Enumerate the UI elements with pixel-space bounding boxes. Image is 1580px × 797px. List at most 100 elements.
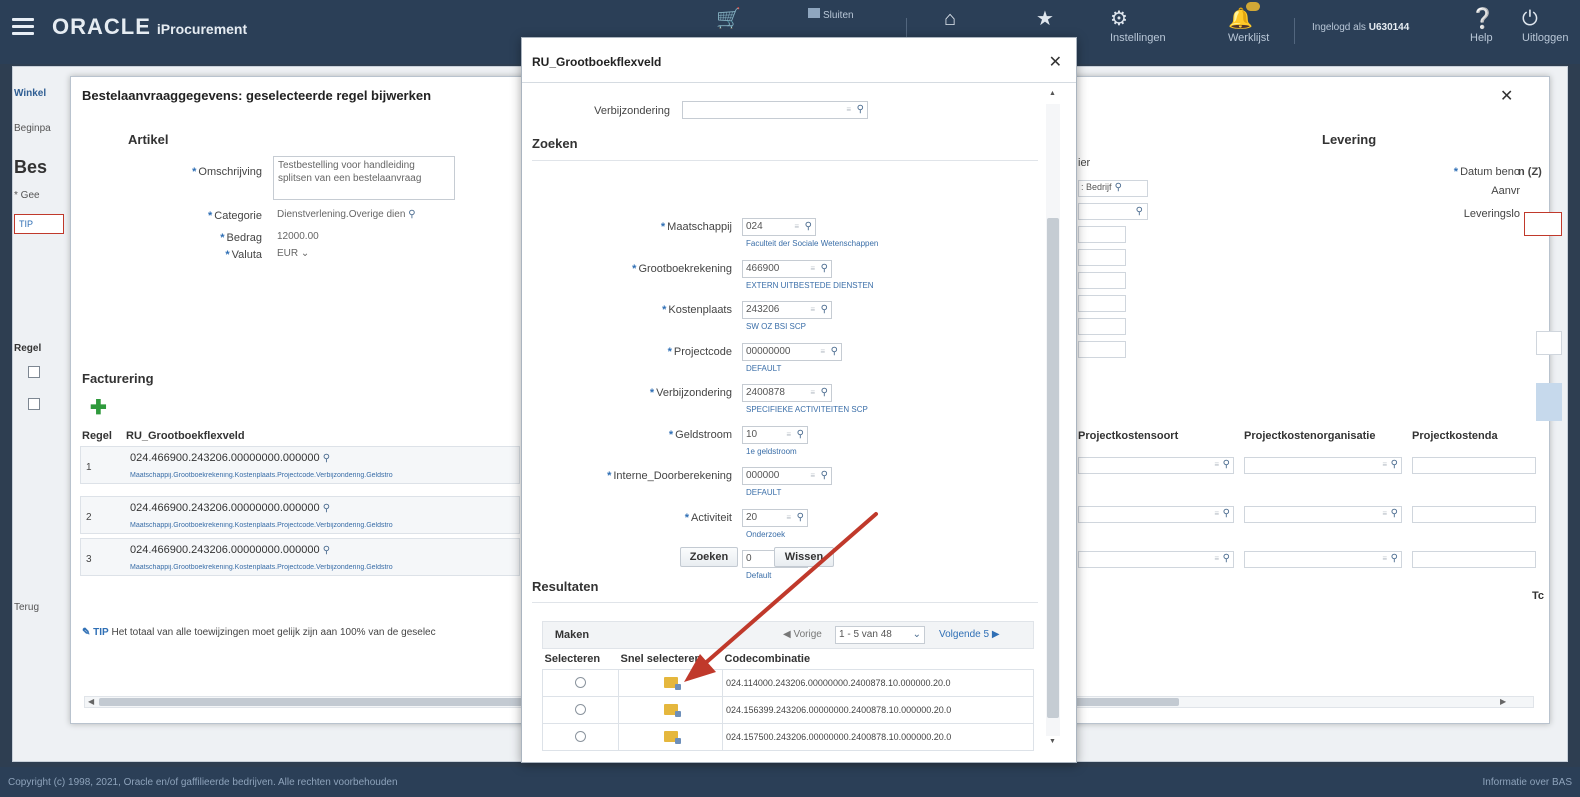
clear-icon[interactable]: ≡	[810, 264, 815, 273]
bg-field-6[interactable]	[1078, 295, 1126, 312]
bg-checkbox-2[interactable]	[28, 398, 40, 410]
scroll-down-icon[interactable]: ▼	[1049, 738, 1056, 745]
clear-icon[interactable]: ≡	[1382, 554, 1387, 563]
clear-button[interactable]: Wissen	[774, 547, 834, 567]
search-icon[interactable]: ⚲	[805, 221, 812, 232]
prev-page-link[interactable]: ◀ Vorige	[783, 629, 822, 640]
make-button[interactable]: Maken	[546, 626, 598, 646]
bedrijf-search-icon[interactable]: ⚲	[1115, 182, 1122, 193]
field-input-projectcode[interactable]: 00000000 ≡ ⚲	[742, 343, 842, 361]
pko-field-3[interactable]: ≡ ⚲	[1244, 551, 1402, 568]
field-input-verbijzondering[interactable]: 2400878 ≡ ⚲	[742, 384, 832, 402]
clear-icon[interactable]: ≡	[1382, 460, 1387, 469]
select-radio[interactable]	[575, 703, 586, 715]
quick-select-icon[interactable]	[663, 730, 681, 744]
pkd-field-1[interactable]	[1412, 457, 1536, 474]
bg-field-7[interactable]	[1078, 318, 1126, 335]
clear-icon[interactable]: ≡	[810, 305, 815, 314]
field-input-interne_doorberekening[interactable]: 000000 ≡ ⚲	[742, 467, 832, 485]
search-icon[interactable]: ⚲	[797, 512, 804, 523]
bg-checkbox-1[interactable]	[28, 366, 40, 378]
tab-winkel[interactable]: Winkel	[14, 88, 46, 99]
bedrag-field[interactable]: 12000.00	[273, 229, 343, 247]
clear-icon[interactable]: ≡	[1214, 460, 1219, 469]
search-icon[interactable]: ⚲	[831, 346, 838, 357]
clear-icon[interactable]: ≡	[846, 105, 851, 114]
row-search-icon[interactable]: ⚲	[323, 545, 330, 556]
page-range-select[interactable]: 1 - 5 van 48 ⌄	[835, 626, 925, 644]
favorites-icon[interactable]: ★	[1036, 6, 1054, 32]
bg-field-3[interactable]	[1078, 226, 1126, 243]
field-input-activiteit[interactable]: 20 ≡ ⚲	[742, 509, 808, 527]
search-icon[interactable]: ⚲	[821, 470, 828, 481]
about-link[interactable]: Informatie over BAS	[1483, 777, 1572, 788]
help-button[interactable]: ❔ Help	[1470, 6, 1495, 44]
pko-field-1[interactable]: ≡ ⚲	[1244, 457, 1402, 474]
dialog-close-icon[interactable]: ✕	[1500, 86, 1513, 106]
omschrijving-field[interactable]: Testbestelling voor handleiding splitsen…	[273, 156, 455, 200]
back-link[interactable]: Terug	[14, 602, 39, 613]
pks-search-icon[interactable]: ⚲	[1223, 508, 1230, 519]
scroll-right-icon[interactable]: ▶	[1500, 697, 1506, 706]
search-icon[interactable]: ⚲	[821, 387, 828, 398]
search-icon[interactable]: ⚲	[821, 263, 828, 274]
select-radio[interactable]	[575, 730, 586, 742]
field-input-geldstroom[interactable]: 10 ≡ ⚲	[742, 426, 808, 444]
pkd-field-3[interactable]	[1412, 551, 1536, 568]
scrollbar-thumb[interactable]	[1047, 218, 1059, 718]
search-icon[interactable]: ⚲	[797, 429, 804, 440]
row-search-icon[interactable]: ⚲	[323, 503, 330, 514]
clear-icon[interactable]: ≡	[1214, 554, 1219, 563]
field-input-kostenplaats[interactable]: 243206 ≡ ⚲	[742, 301, 832, 319]
bg-search-icon-2[interactable]: ⚲	[1136, 206, 1143, 217]
bg-field-8[interactable]	[1078, 341, 1126, 358]
quick-select-icon[interactable]	[663, 676, 681, 690]
clear-icon[interactable]: ≡	[794, 222, 799, 231]
shop-thumbnail[interactable]: Sluiten	[808, 8, 878, 38]
search-icon[interactable]: ⚲	[821, 304, 828, 315]
pko-search-icon[interactable]: ⚲	[1391, 459, 1398, 470]
valuta-select[interactable]: EUR ⌄	[273, 246, 317, 264]
field-input-maatschappij[interactable]: 024 ≡ ⚲	[742, 218, 816, 236]
settings-button[interactable]: ⚙ Instellingen	[1110, 6, 1166, 44]
bg-field-5[interactable]	[1078, 272, 1126, 289]
pkd-field-2[interactable]	[1412, 506, 1536, 523]
row-code[interactable]: 024.466900.243206.00000000.000000 ⚲	[130, 452, 330, 464]
pko-search-icon[interactable]: ⚲	[1391, 553, 1398, 564]
cart-icon[interactable]: 🛒	[716, 6, 741, 32]
top-verbijzondering-field[interactable]: ≡ ⚲	[682, 101, 868, 119]
select-radio[interactable]	[575, 676, 586, 688]
scroll-left-icon[interactable]: ◀	[88, 697, 94, 706]
field-input-grootboekrekening[interactable]: 466900 ≡ ⚲	[742, 260, 832, 278]
categorie-field[interactable]: Dienstverlening.Overige dien ⚲	[273, 207, 457, 225]
clear-icon[interactable]: ≡	[1214, 509, 1219, 518]
clear-icon[interactable]: ≡	[820, 347, 825, 356]
logout-button[interactable]: ⏻ Uitloggen	[1522, 6, 1568, 44]
pko-field-2[interactable]: ≡ ⚲	[1244, 506, 1402, 523]
quick-select-icon[interactable]	[663, 703, 681, 717]
row-code[interactable]: 024.466900.243206.00000000.000000 ⚲	[130, 544, 330, 556]
bg-field-2[interactable]: ⚲	[1078, 203, 1148, 220]
bedrijf-field[interactable]: : Bedrijf ⚲	[1078, 180, 1148, 197]
pks-field-3[interactable]: ≡ ⚲	[1078, 551, 1234, 568]
add-icon[interactable]: ✚	[90, 398, 107, 418]
row-code[interactable]: 024.466900.243206.00000000.000000 ⚲	[130, 502, 330, 514]
clear-icon[interactable]: ≡	[1382, 509, 1387, 518]
leveringslo-field[interactable]	[1524, 212, 1562, 236]
clear-icon[interactable]: ≡	[786, 430, 791, 439]
scroll-up-icon[interactable]: ▲	[1049, 90, 1056, 97]
clear-icon[interactable]: ≡	[810, 388, 815, 397]
search-button[interactable]: Zoeken	[680, 547, 738, 567]
categorie-search-icon[interactable]: ⚲	[408, 209, 415, 220]
pks-field-2[interactable]: ≡ ⚲	[1078, 506, 1234, 523]
pko-search-icon[interactable]: ⚲	[1391, 508, 1398, 519]
bg-field-4[interactable]	[1078, 249, 1126, 266]
row-search-icon[interactable]: ⚲	[323, 453, 330, 464]
pks-search-icon[interactable]: ⚲	[1223, 553, 1230, 564]
menu-icon[interactable]	[12, 18, 34, 36]
pks-search-icon[interactable]: ⚲	[1223, 459, 1230, 470]
home-icon[interactable]: ⌂	[944, 6, 956, 32]
popup-vertical-scrollbar[interactable]: ▲ ▼	[1044, 86, 1062, 756]
search-icon[interactable]: ⚲	[857, 104, 864, 115]
clear-icon[interactable]: ≡	[786, 513, 791, 522]
